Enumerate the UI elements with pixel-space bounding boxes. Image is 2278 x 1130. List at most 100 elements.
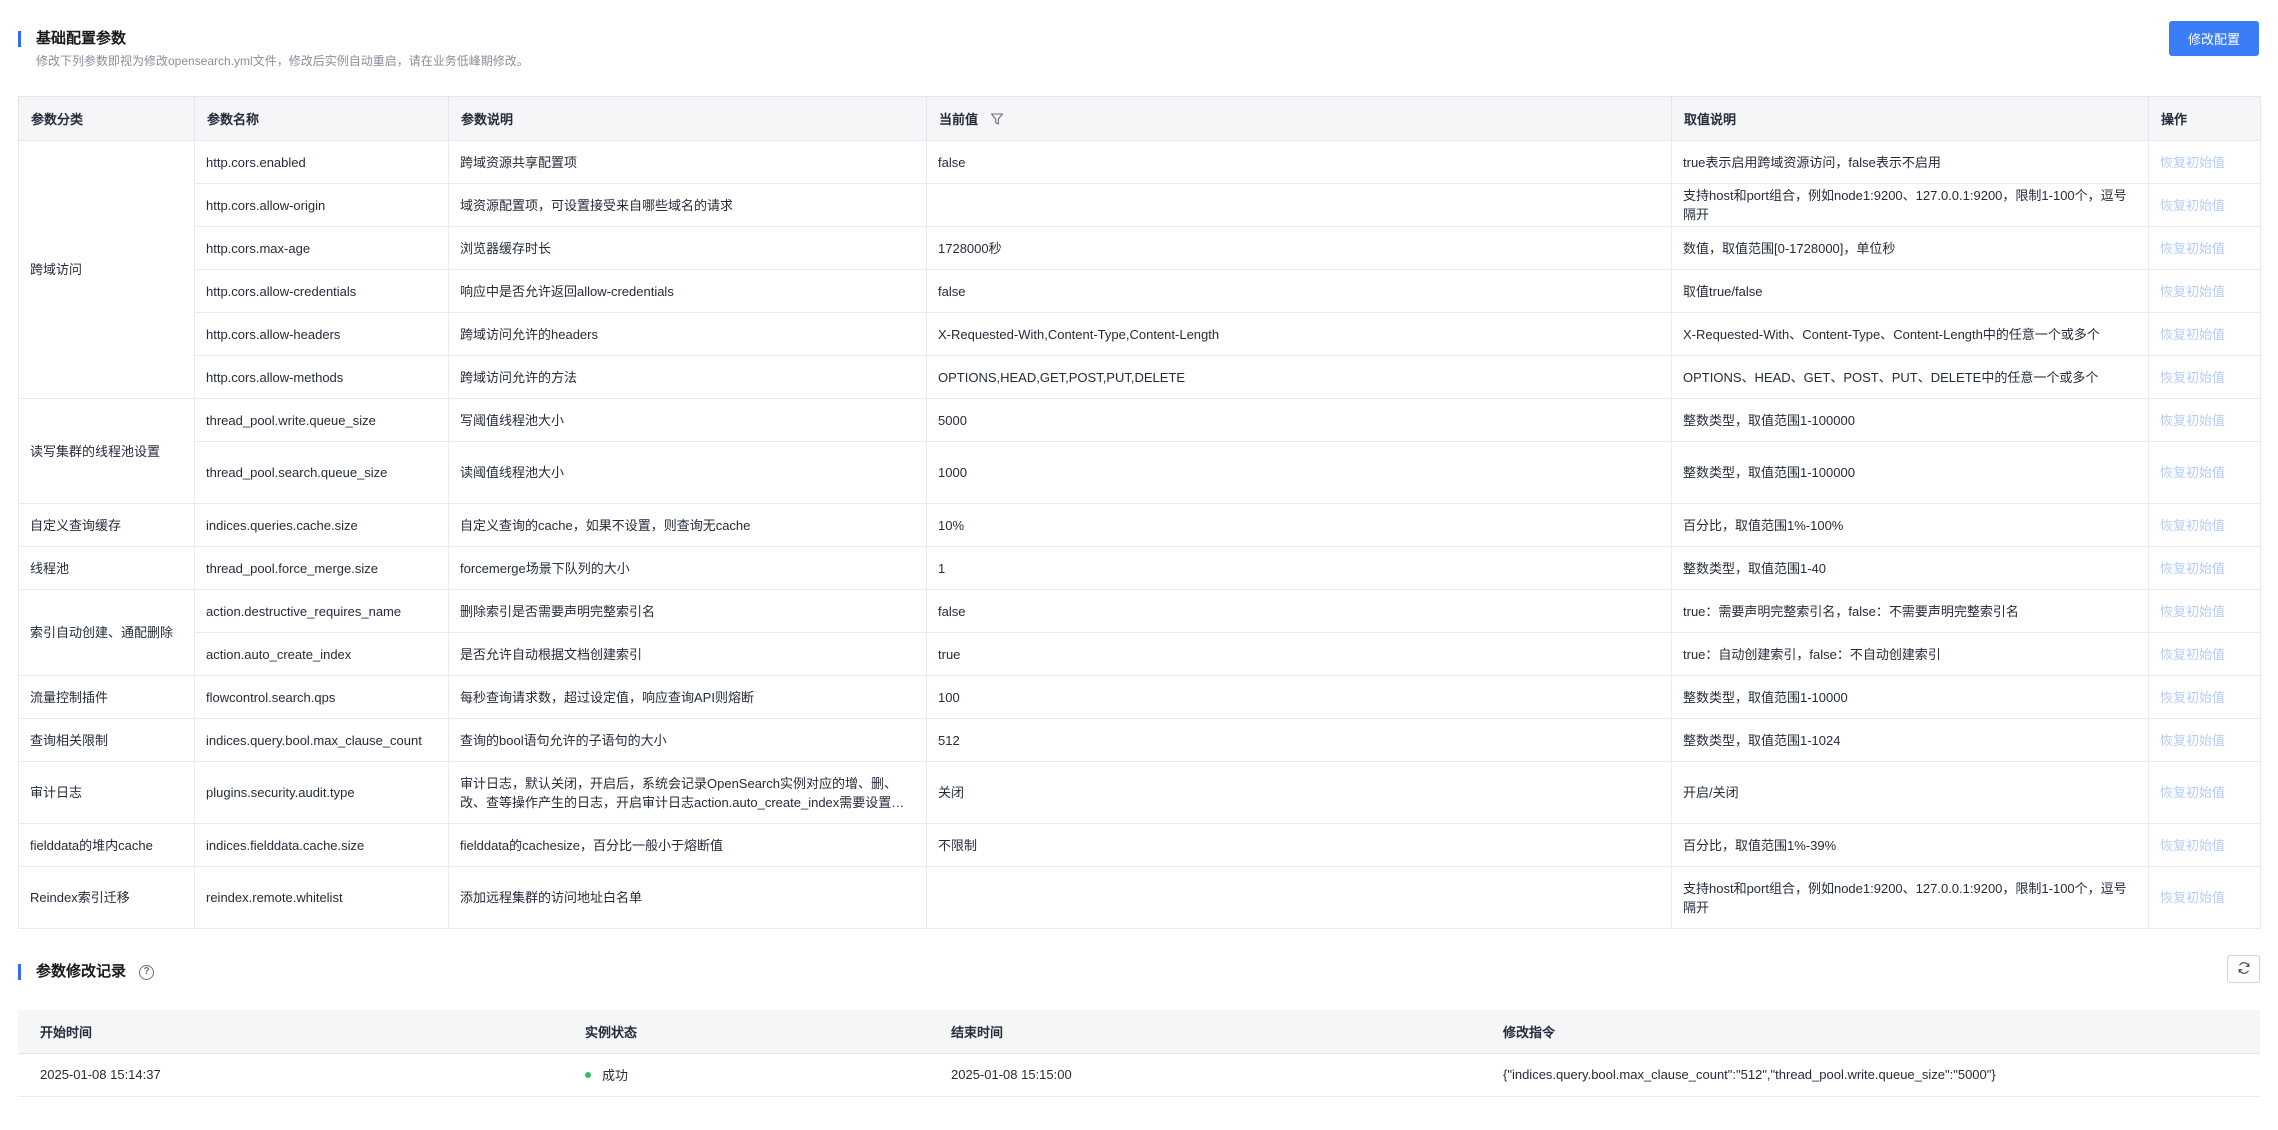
param-range: true：自动创建索引，false：不自动创建索引 — [1671, 632, 2149, 676]
param-description: 自定义查询的cache，如果不设置，则查询无cache — [448, 503, 927, 547]
param-description-text: 跨域资源共享配置项 — [460, 154, 578, 170]
log-table-header: 开始时间 实例状态 结束时间 修改指令 — [18, 1010, 2260, 1054]
config-page: 基础配置参数 修改下列参数即视为修改opensearch.yml文件，修改后实例… — [0, 0, 2278, 1130]
param-description: 是否允许自动根据文档创建索引 — [448, 632, 927, 676]
param-description: 跨域访问允许的headers — [448, 312, 927, 356]
config-row: http.cors.allow-methods 跨域访问允许的方法 OPTIONS,… — [19, 355, 2261, 399]
section-title: 基础配置参数 — [36, 30, 127, 47]
col-current-value: 当前值 — [926, 96, 1672, 141]
reset-default-link[interactable]: 恢复初始值 — [2148, 632, 2261, 676]
reset-default-link[interactable]: 恢复初始值 — [2148, 183, 2261, 227]
col-end-time: 结束时间 — [929, 1010, 1481, 1054]
config-row: fielddata的堆内cache indices.fielddata.cache… — [18, 823, 2261, 867]
config-row: action.auto_create_index 是否允许自动根据文档创建索引 tr… — [19, 632, 2261, 676]
param-description: 添加远程集群的访问地址白名单 — [448, 866, 927, 929]
reset-default-link[interactable]: 恢复初始值 — [2148, 398, 2261, 442]
config-table: 参数分类 参数名称 参数说明 当前值 取值说明 操作 跨域访问 http.cors… — [18, 96, 2261, 929]
param-name: flowcontrol.search.qps — [194, 675, 449, 719]
success-status-dot — [585, 1072, 591, 1078]
param-description: 审计日志，默认关闭，开启后，系统会记录OpenSearch实例对应的增、删、改、… — [448, 761, 927, 824]
param-range: true表示启用跨域资源访问，false表示不启用 — [1671, 140, 2149, 184]
reset-default-link[interactable]: 恢复初始值 — [2148, 226, 2261, 270]
param-current-value: 10% — [926, 503, 1672, 547]
param-description-text: 跨域访问允许的方法 — [460, 369, 578, 385]
param-description: 删除索引是否需要声明完整索引名 — [448, 589, 927, 633]
param-description-text: 跨域访问允许的headers — [460, 326, 598, 342]
param-name: http.cors.max-age — [194, 226, 449, 270]
filter-icon[interactable] — [990, 112, 1004, 129]
param-name: action.auto_create_index — [194, 632, 449, 676]
param-name: indices.fielddata.cache.size — [194, 823, 449, 867]
reset-default-link[interactable]: 恢复初始值 — [2148, 823, 2261, 867]
param-description: 写阈值线程池大小 — [448, 398, 927, 442]
param-name: thread_pool.write.queue_size — [194, 398, 449, 442]
help-icon[interactable]: ? — [139, 964, 155, 980]
param-description-text: 响应中是否允许返回allow-credentials — [460, 283, 674, 299]
reset-default-link[interactable]: 恢复初始值 — [2148, 675, 2261, 719]
reset-default-link[interactable]: 恢复初始值 — [2148, 589, 2261, 633]
col-description: 参数说明 — [448, 96, 927, 141]
param-name: indices.queries.cache.size — [194, 503, 449, 547]
param-category: 跨域访问 — [18, 140, 195, 399]
param-description-text: 查询的bool语句允许的子语句的大小 — [460, 732, 667, 748]
log-start-time: 2025-01-08 15:14:37 — [18, 1053, 563, 1097]
reset-default-link[interactable]: 恢复初始值 — [2148, 441, 2261, 504]
param-current-value: 关闭 — [926, 761, 1672, 824]
config-row: 读写集群的线程池设置 thread_pool.write.queue_size 写阈… — [18, 398, 2261, 504]
config-row: 查询相关限制 indices.query.bool.max_clause_coun… — [18, 718, 2261, 762]
param-current-value: 不限制 — [926, 823, 1672, 867]
reset-default-link[interactable]: 恢复初始值 — [2148, 140, 2261, 184]
col-current-value-label: 当前值 — [939, 111, 979, 127]
param-range: 百分比，取值范围1%-100% — [1671, 503, 2149, 547]
section-description: 修改下列参数即视为修改opensearch.yml文件，修改后实例自动重启，请在… — [36, 54, 529, 68]
config-row: 审计日志 plugins.security.audit.type 审计日志，默认关闭… — [18, 761, 2261, 824]
param-range: true：需要声明完整索引名，false：不需要声明完整索引名 — [1671, 589, 2149, 633]
reset-default-link[interactable]: 恢复初始值 — [2148, 761, 2261, 824]
param-description: forcemerge场景下队列的大小 — [448, 546, 927, 590]
reset-default-link[interactable]: 恢复初始值 — [2148, 866, 2261, 929]
col-range: 取值说明 — [1671, 96, 2149, 141]
param-name: plugins.security.audit.type — [194, 761, 449, 824]
param-description-text: 读阈值线程池大小 — [460, 465, 565, 480]
log-section-header: 参数修改记录 ? — [18, 960, 155, 984]
reset-default-link[interactable]: 恢复初始值 — [2148, 503, 2261, 547]
param-range: 支持host和port组合，例如node1:9200、127.0.0.1:920… — [1671, 183, 2149, 227]
reset-default-link[interactable]: 恢复初始值 — [2148, 355, 2261, 399]
param-description-text: 添加远程集群的访问地址白名单 — [460, 890, 643, 905]
reset-default-link[interactable]: 恢复初始值 — [2148, 269, 2261, 313]
modify-config-button[interactable]: 修改配置 — [2169, 21, 2259, 56]
config-table-body: 跨域访问 http.cors.enabled 跨域资源共享配置项 false true表… — [18, 140, 2261, 929]
col-category: 参数分类 — [18, 96, 195, 141]
reset-default-link[interactable]: 恢复初始值 — [2148, 312, 2261, 356]
param-description: 浏览器缓存时长 — [448, 226, 927, 270]
log-section-title: 参数修改记录 — [36, 963, 127, 980]
param-range: 整数类型，取值范围1-1024 — [1671, 718, 2149, 762]
reset-default-link[interactable]: 恢复初始值 — [2148, 546, 2261, 590]
config-row: http.cors.max-age 浏览器缓存时长 1728000秒 数值，取值范围[… — [19, 226, 2261, 270]
param-name: indices.query.bool.max_clause_count — [194, 718, 449, 762]
param-category: 流量控制插件 — [18, 675, 195, 719]
param-range: X-Requested-With、Content-Type、Content-Le… — [1671, 312, 2149, 356]
col-name: 参数名称 — [194, 96, 449, 141]
config-row: 自定义查询缓存 indices.queries.cache.size 自定义查询的c… — [18, 503, 2261, 547]
param-description-text: 是否允许自动根据文档创建索引 — [460, 646, 643, 662]
param-description-text: 域资源配置项，可设置接受来自哪些域名的请求 — [460, 197, 734, 213]
refresh-button[interactable] — [2227, 955, 2260, 983]
param-current-value: 1728000秒 — [926, 226, 1672, 270]
config-row: 跨域访问 http.cors.enabled 跨域资源共享配置项 false true表… — [18, 140, 2261, 399]
config-table-header: 参数分类 参数名称 参数说明 当前值 取值说明 操作 — [18, 96, 2261, 141]
col-action: 操作 — [2148, 96, 2261, 141]
col-start-time: 开始时间 — [18, 1010, 563, 1054]
param-description: 读阈值线程池大小 — [448, 441, 927, 504]
config-row: Reindex索引迁移 reindex.remote.whitelist 添加远程集… — [18, 866, 2261, 929]
param-category: 自定义查询缓存 — [18, 503, 195, 547]
reset-default-link[interactable]: 恢复初始值 — [2148, 718, 2261, 762]
param-current-value: false — [926, 140, 1672, 184]
param-range: 整数类型，取值范围1-10000 — [1671, 675, 2149, 719]
param-current-value: true — [926, 632, 1672, 676]
param-description-text: 每秒查询请求数，超过设定值，响应查询API则熔断 — [460, 689, 754, 705]
param-name: thread_pool.force_merge.size — [194, 546, 449, 590]
param-description: 跨域资源共享配置项 — [448, 140, 927, 184]
param-description: 跨域访问允许的方法 — [448, 355, 927, 399]
param-description-text: 浏览器缓存时长 — [460, 240, 552, 256]
